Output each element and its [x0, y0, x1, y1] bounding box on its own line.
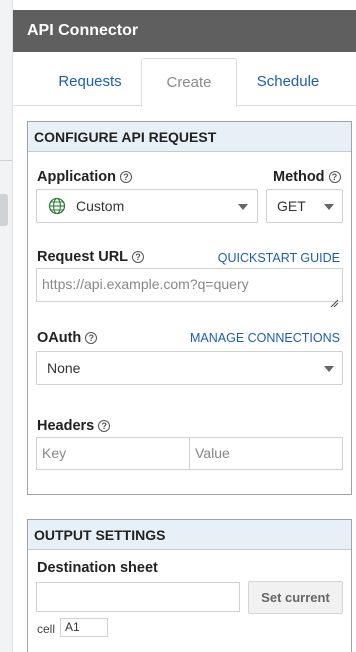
- application-label: Application: [37, 169, 116, 185]
- oauth-label-row: OAuth?: [37, 330, 98, 346]
- set-current-button[interactable]: Set current: [248, 581, 343, 614]
- headers-label-row: Headers?: [37, 418, 111, 434]
- resize-handle-icon[interactable]: [329, 288, 339, 308]
- destination-sheet-label: Destination sheet: [37, 560, 158, 576]
- header-key-placeholder: Key: [42, 445, 67, 461]
- method-label: Method: [273, 169, 325, 185]
- help-icon[interactable]: ?: [85, 332, 98, 344]
- headers-label: Headers: [37, 418, 95, 434]
- help-icon[interactable]: ?: [132, 251, 145, 263]
- header-value-input[interactable]: Value: [189, 437, 343, 470]
- globe-icon: [48, 197, 66, 215]
- header-value-placeholder: Value: [195, 445, 230, 461]
- oauth-value: None: [47, 360, 81, 376]
- header-key-input[interactable]: Key: [36, 437, 190, 470]
- sidebar-panel: API Connector Requests Create Schedule C…: [12, 0, 356, 652]
- request-url-placeholder: https://api.example.com?q=query: [42, 276, 249, 292]
- tab-create[interactable]: Create: [141, 58, 237, 107]
- application-label-row: Application?: [37, 169, 132, 185]
- tab-bar: Requests Create Schedule: [13, 58, 356, 107]
- cell-label: cell: [37, 622, 56, 636]
- chevron-down-icon: [324, 204, 334, 210]
- application-value: Custom: [76, 198, 125, 214]
- cell-value: A1: [65, 620, 80, 634]
- configure-section: CONFIGURE API REQUEST Application? Metho…: [27, 121, 352, 495]
- manage-connections-link[interactable]: MANAGE CONNECTIONS: [190, 331, 340, 345]
- request-url-label: Request URL: [37, 249, 129, 265]
- method-value: GET: [277, 198, 306, 214]
- sheet-background: [0, 0, 12, 652]
- method-label-row: Method?: [273, 169, 341, 185]
- quickstart-guide-link[interactable]: QUICKSTART GUIDE: [218, 251, 340, 265]
- cell-input[interactable]: A1: [60, 618, 108, 637]
- oauth-label: OAuth: [37, 330, 82, 346]
- tab-schedule[interactable]: Schedule: [237, 58, 339, 106]
- app-title: API Connector: [13, 10, 356, 52]
- output-header: OUTPUT SETTINGS: [28, 520, 351, 550]
- output-section: OUTPUT SETTINGS Destination sheet Set cu…: [27, 519, 352, 652]
- sheet-divider: [0, 160, 12, 161]
- method-select[interactable]: GET: [266, 189, 343, 223]
- sheet-scroll-handle: [0, 194, 8, 226]
- oauth-select[interactable]: None: [36, 351, 343, 385]
- destination-sheet-input[interactable]: [36, 582, 240, 612]
- tab-requests[interactable]: Requests: [27, 58, 153, 106]
- configure-header: CONFIGURE API REQUEST: [28, 122, 351, 152]
- help-icon[interactable]: ?: [119, 171, 132, 183]
- request-url-label-row: Request URL?: [37, 249, 145, 265]
- help-icon[interactable]: ?: [98, 420, 111, 432]
- application-select[interactable]: Custom: [36, 189, 258, 223]
- chevron-down-icon: [238, 204, 248, 210]
- help-icon[interactable]: ?: [328, 171, 341, 183]
- chevron-down-icon: [324, 366, 334, 372]
- request-url-input[interactable]: https://api.example.com?q=query: [36, 268, 343, 308]
